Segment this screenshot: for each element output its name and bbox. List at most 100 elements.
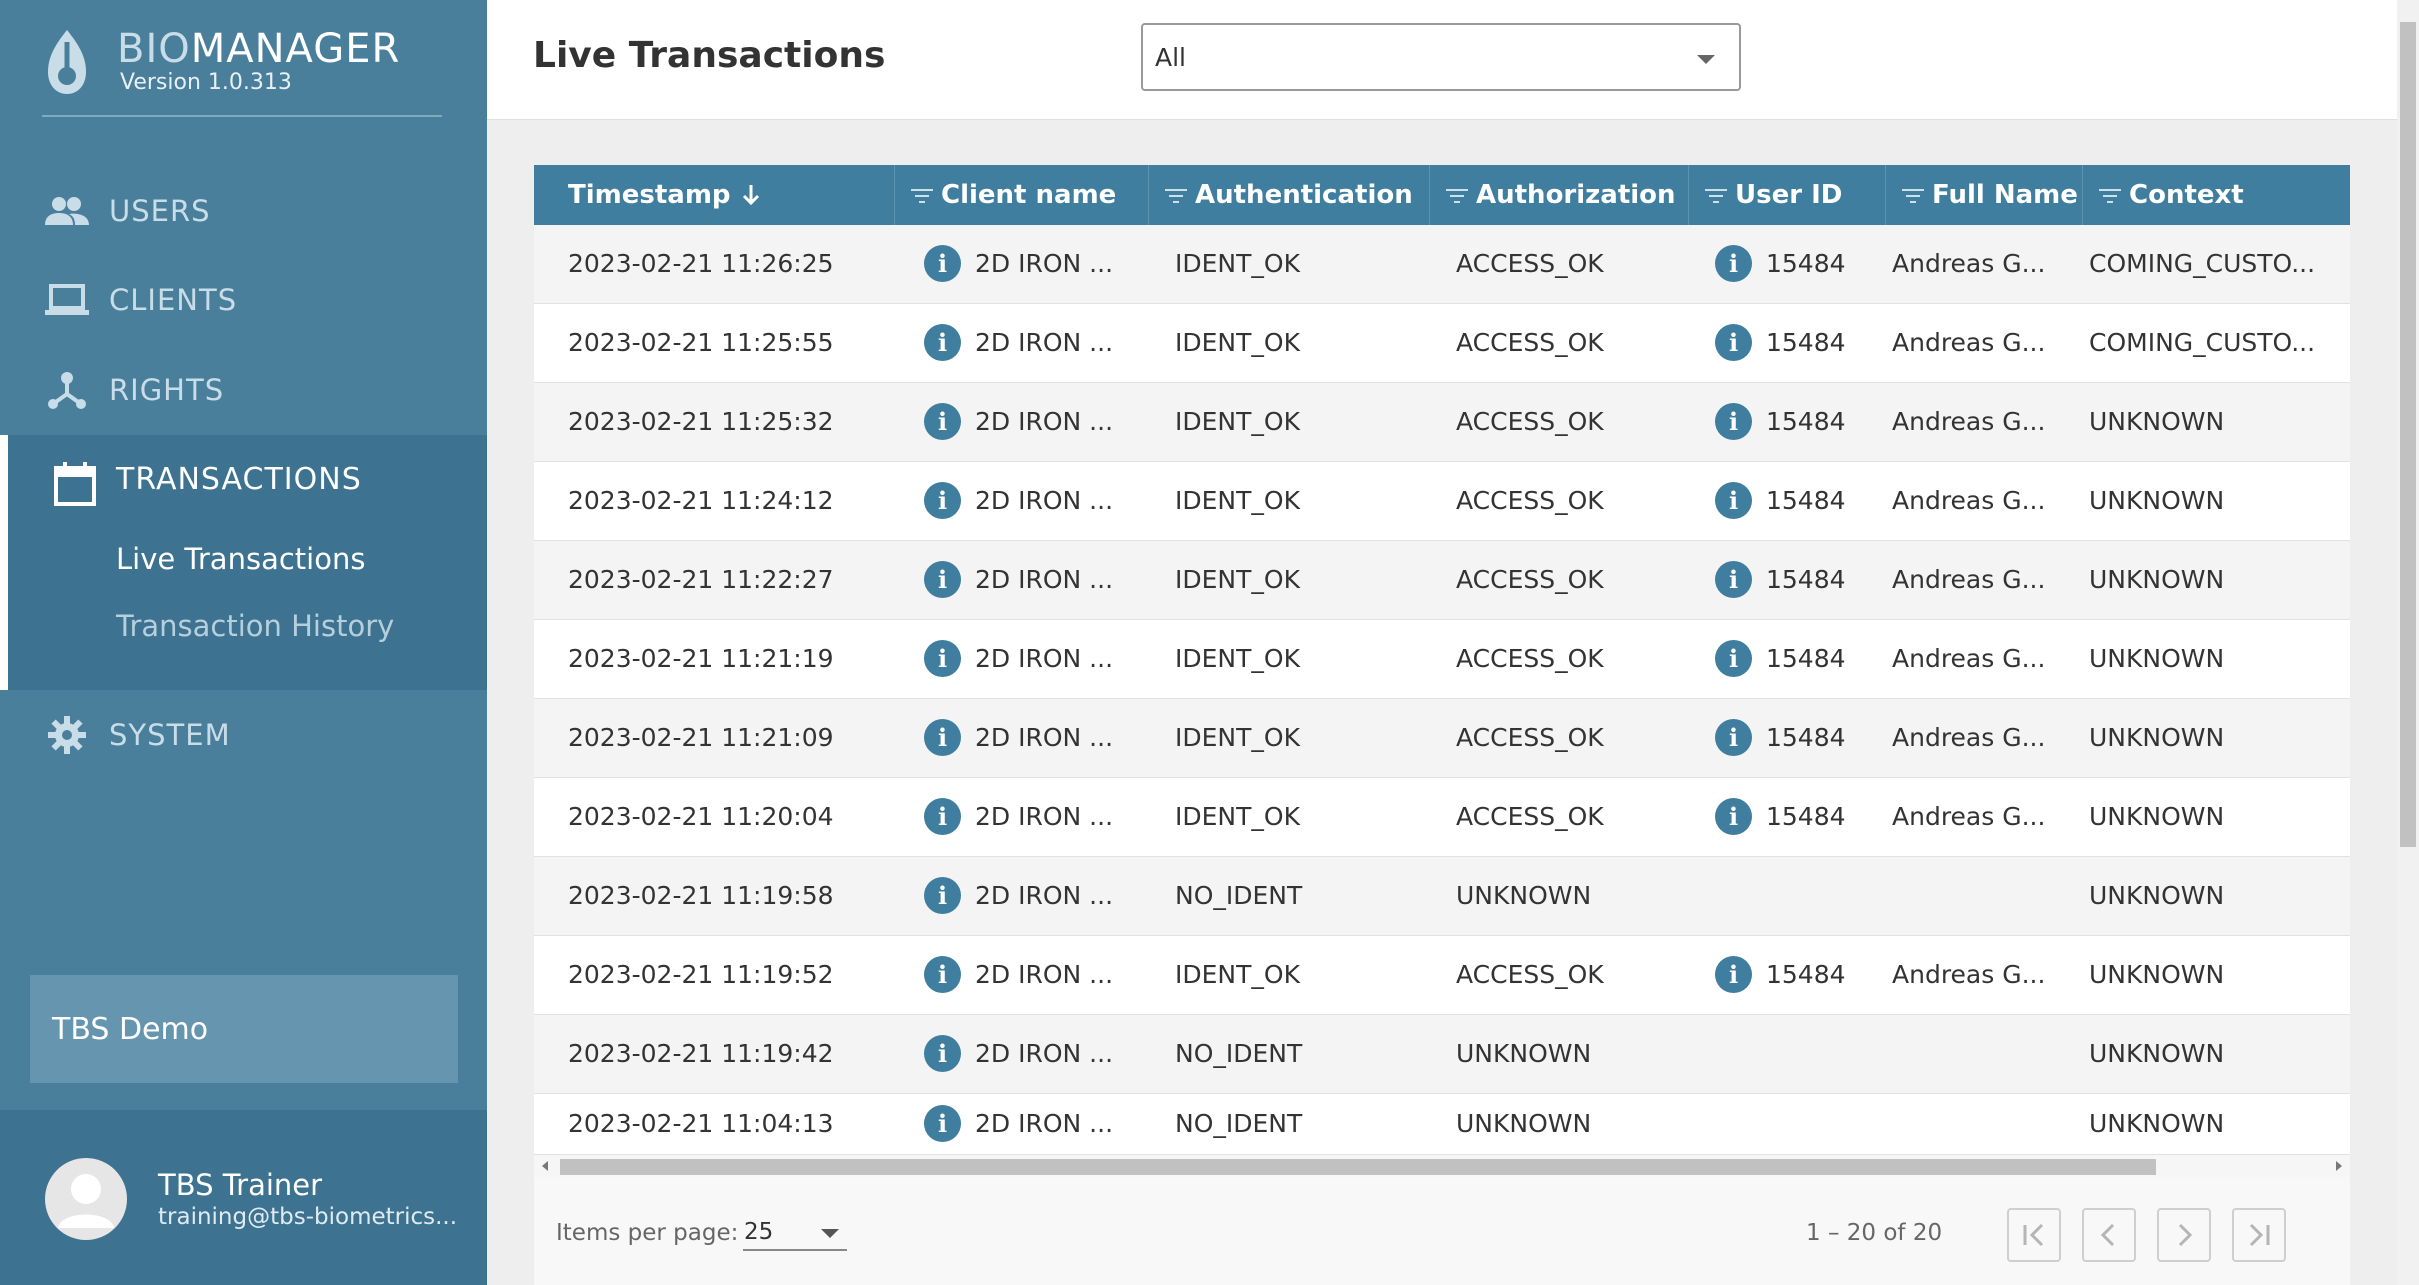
info-icon[interactable]: i: [924, 797, 961, 835]
info-icon[interactable]: i: [1715, 244, 1752, 282]
table-row[interactable]: 2023-02-21 11:25:55 i 2D IRON ... IDENT_OK A…: [534, 304, 2350, 383]
vertical-scrollbar-thumb[interactable]: [2400, 22, 2416, 847]
table-row[interactable]: 2023-02-21 11:22:27 i 2D IRON ... IDENT_OK A…: [534, 541, 2350, 620]
items-per-page-value: 25: [744, 1219, 774, 1245]
brand-name: BIOMANAGER: [117, 26, 401, 72]
cell-context: UNKNOWN: [2089, 778, 2349, 856]
cell-client-name: i 2D IRON ...: [924, 936, 1154, 1014]
info-icon[interactable]: i: [1715, 560, 1752, 598]
cell-user-id: i 15484: [1715, 699, 1885, 777]
table-row[interactable]: 2023-02-21 11:26:25 i 2D IRON ... IDENT_OK A…: [534, 225, 2350, 304]
cell-client-name-text: 2D IRON ...: [975, 644, 1114, 673]
filter-icon: [1902, 187, 1924, 203]
info-icon[interactable]: i: [1715, 955, 1752, 993]
cell-client-name-text: 2D IRON ...: [975, 1039, 1114, 1068]
tenant-selector[interactable]: TBS Demo: [30, 975, 458, 1083]
nav-transactions-label[interactable]: TRANSACTIONS: [116, 462, 362, 497]
user-profile[interactable]: TBS Trainer training@tbs-biometrics...: [0, 1110, 487, 1285]
info-icon[interactable]: i: [924, 1034, 961, 1072]
info-icon[interactable]: i: [1715, 639, 1752, 677]
table-row[interactable]: 2023-02-21 11:19:52 i 2D IRON ... IDENT_OK A…: [534, 936, 2350, 1015]
info-icon[interactable]: i: [924, 244, 961, 282]
cell-timestamp-text: 2023-02-21 11:19:52: [568, 960, 834, 989]
cell-context: UNKNOWN: [2089, 699, 2349, 777]
cell-timestamp-text: 2023-02-21 11:21:09: [568, 723, 834, 752]
cell-authorization: ACCESS_OK: [1456, 936, 1686, 1014]
cell-timestamp: 2023-02-21 11:19:42: [568, 1015, 898, 1093]
table-row[interactable]: 2023-02-21 11:21:19 i 2D IRON ... IDENT_OK A…: [534, 620, 2350, 699]
cell-timestamp: 2023-02-21 11:25:55: [568, 304, 898, 382]
first-page-button[interactable]: [2007, 1208, 2061, 1262]
cell-authorization-text: UNKNOWN: [1456, 881, 1592, 910]
col-full-name[interactable]: Full Name: [1885, 165, 2082, 225]
cell-user-id: i 15484: [1715, 936, 1885, 1014]
info-icon[interactable]: i: [924, 402, 961, 440]
info-icon[interactable]: i: [1715, 402, 1752, 440]
info-icon[interactable]: i: [924, 639, 961, 677]
cell-full-name-text: Andreas G...: [1892, 328, 2046, 357]
nav-clients[interactable]: CLIENTS: [0, 259, 487, 341]
col-user-id[interactable]: User ID: [1688, 165, 1885, 225]
filter-select[interactable]: All: [1141, 23, 1741, 91]
col-timestamp[interactable]: Timestamp: [534, 165, 894, 225]
cell-user-id: i 15484: [1715, 304, 1885, 382]
previous-page-button[interactable]: [2082, 1208, 2136, 1262]
cell-full-name: Andreas G...: [1892, 383, 2077, 461]
info-icon[interactable]: i: [924, 481, 961, 519]
laptop-icon: [44, 277, 90, 323]
cell-context: UNKNOWN: [2089, 857, 2349, 935]
table-row[interactable]: 2023-02-21 11:04:13 i 2D IRON ... NO_IDENT U…: [534, 1094, 2350, 1155]
items-per-page-select[interactable]: 25: [743, 1215, 847, 1251]
col-authentication[interactable]: Authentication: [1148, 165, 1429, 225]
topbar: Live Transactions All: [487, 0, 2397, 120]
cell-timestamp: 2023-02-21 11:19:52: [568, 936, 898, 1014]
chevron-down-icon: [1697, 55, 1715, 64]
horizontal-scrollbar-thumb[interactable]: [560, 1159, 2156, 1175]
info-icon[interactable]: i: [924, 718, 961, 756]
info-icon[interactable]: i: [1715, 481, 1752, 519]
col-authorization[interactable]: Authorization: [1429, 165, 1688, 225]
nav-transaction-history[interactable]: Transaction History: [116, 609, 394, 643]
cell-client-name: i 2D IRON ...: [924, 541, 1154, 619]
col-context[interactable]: Context: [2082, 165, 2350, 225]
table-row[interactable]: 2023-02-21 11:20:04 i 2D IRON ... IDENT_OK A…: [534, 778, 2350, 857]
nav-users[interactable]: USERS: [0, 170, 487, 252]
info-icon[interactable]: i: [1715, 323, 1752, 361]
table-row[interactable]: 2023-02-21 11:24:12 i 2D IRON ... IDENT_OK A…: [534, 462, 2350, 541]
cell-client-name-text: 2D IRON ...: [975, 486, 1114, 515]
last-page-button[interactable]: [2232, 1208, 2286, 1262]
vertical-scrollbar[interactable]: [2397, 0, 2419, 1285]
scroll-right-icon[interactable]: [2336, 1161, 2342, 1171]
scroll-left-icon[interactable]: [542, 1161, 548, 1171]
info-icon[interactable]: i: [1715, 797, 1752, 835]
info-icon[interactable]: i: [924, 876, 961, 914]
table-row[interactable]: 2023-02-21 11:19:58 i 2D IRON ... NO_IDENT U…: [534, 857, 2350, 936]
table-row[interactable]: 2023-02-21 11:25:32 i 2D IRON ... IDENT_OK A…: [534, 383, 2350, 462]
cell-context-text: COMING_CUSTO...: [2089, 249, 2316, 278]
info-icon[interactable]: i: [924, 323, 961, 361]
cell-authentication-text: IDENT_OK: [1175, 407, 1300, 436]
nav-live-transactions[interactable]: Live Transactions: [116, 542, 365, 576]
nav-system[interactable]: SYSTEM: [0, 694, 487, 776]
table-row[interactable]: 2023-02-21 11:21:09 i 2D IRON ... IDENT_OK A…: [534, 699, 2350, 778]
info-icon[interactable]: i: [924, 1104, 961, 1142]
transactions-table: Timestamp Client name Authentication Aut…: [534, 165, 2350, 1285]
cell-authentication: NO_IDENT: [1175, 1015, 1435, 1093]
cell-authentication-text: IDENT_OK: [1175, 644, 1300, 673]
cell-context-text: UNKNOWN: [2089, 486, 2225, 515]
horizontal-scrollbar[interactable]: [534, 1155, 2350, 1177]
next-page-button[interactable]: [2157, 1208, 2211, 1262]
cell-timestamp: 2023-02-21 11:21:09: [568, 699, 898, 777]
info-icon[interactable]: i: [924, 560, 961, 598]
chevron-down-icon: [821, 1229, 839, 1238]
info-icon[interactable]: i: [924, 955, 961, 993]
calendar-icon[interactable]: [54, 462, 100, 508]
cell-context-text: UNKNOWN: [2089, 960, 2225, 989]
table-row[interactable]: 2023-02-21 11:19:42 i 2D IRON ... NO_IDENT U…: [534, 1015, 2350, 1094]
info-icon[interactable]: i: [1715, 718, 1752, 756]
col-client-name[interactable]: Client name: [894, 165, 1148, 225]
cell-timestamp-text: 2023-02-21 11:22:27: [568, 565, 834, 594]
nav-rights[interactable]: RIGHTS: [0, 349, 487, 431]
cell-authentication: IDENT_OK: [1175, 936, 1435, 1014]
cell-context: UNKNOWN: [2089, 541, 2349, 619]
